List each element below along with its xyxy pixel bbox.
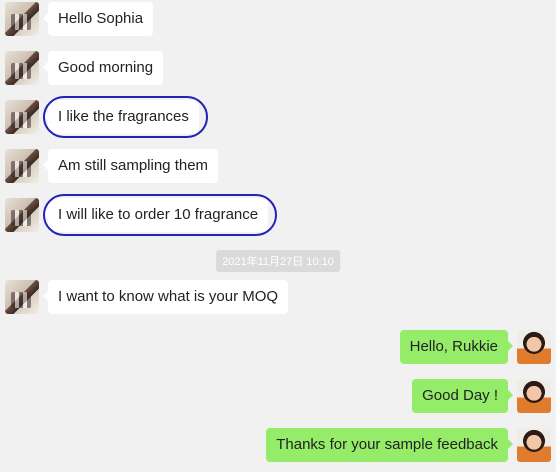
message-row: Good Day ! xyxy=(412,379,551,413)
contact-avatar[interactable] xyxy=(5,280,39,314)
message-row: Good morning xyxy=(5,51,164,85)
message-row: I like the fragrances xyxy=(5,96,208,138)
message-bubble[interactable]: Am still sampling them xyxy=(42,149,219,183)
self-avatar[interactable] xyxy=(517,428,551,462)
contact-avatar[interactable] xyxy=(5,149,39,183)
message-row: Hello Sophia xyxy=(5,2,154,36)
message-bubble[interactable]: Good Day ! xyxy=(412,379,513,413)
contact-avatar[interactable] xyxy=(5,2,39,36)
message-text: I will like to order 10 fragrance xyxy=(58,206,259,223)
message-row: Hello, Rukkie xyxy=(399,330,551,364)
self-avatar[interactable] xyxy=(517,379,551,413)
message-text: I like the fragrances xyxy=(58,108,189,125)
message-bubble[interactable]: Good morning xyxy=(42,51,164,85)
message-bubble[interactable]: I like the fragrances xyxy=(43,96,208,138)
message-bubble[interactable]: Thanks for your sample feedback xyxy=(266,428,513,462)
message-row: I will like to order 10 fragrance xyxy=(5,194,278,236)
message-bubble[interactable]: Hello Sophia xyxy=(42,2,154,36)
message-row: I want to know what is your MOQ xyxy=(5,280,289,314)
message-bubble[interactable]: I want to know what is your MOQ xyxy=(42,280,289,314)
self-avatar[interactable] xyxy=(517,330,551,364)
message-row: Thanks for your sample feedback xyxy=(266,428,551,462)
message-row: Am still sampling them xyxy=(5,149,219,183)
timestamp: 2021年11月27日 10:10 xyxy=(216,250,340,272)
contact-avatar[interactable] xyxy=(5,100,39,134)
message-bubble[interactable]: Hello, Rukkie xyxy=(399,330,514,364)
message-bubble[interactable]: I will like to order 10 fragrance xyxy=(42,194,278,236)
contact-avatar[interactable] xyxy=(5,51,39,85)
contact-avatar[interactable] xyxy=(5,198,39,232)
